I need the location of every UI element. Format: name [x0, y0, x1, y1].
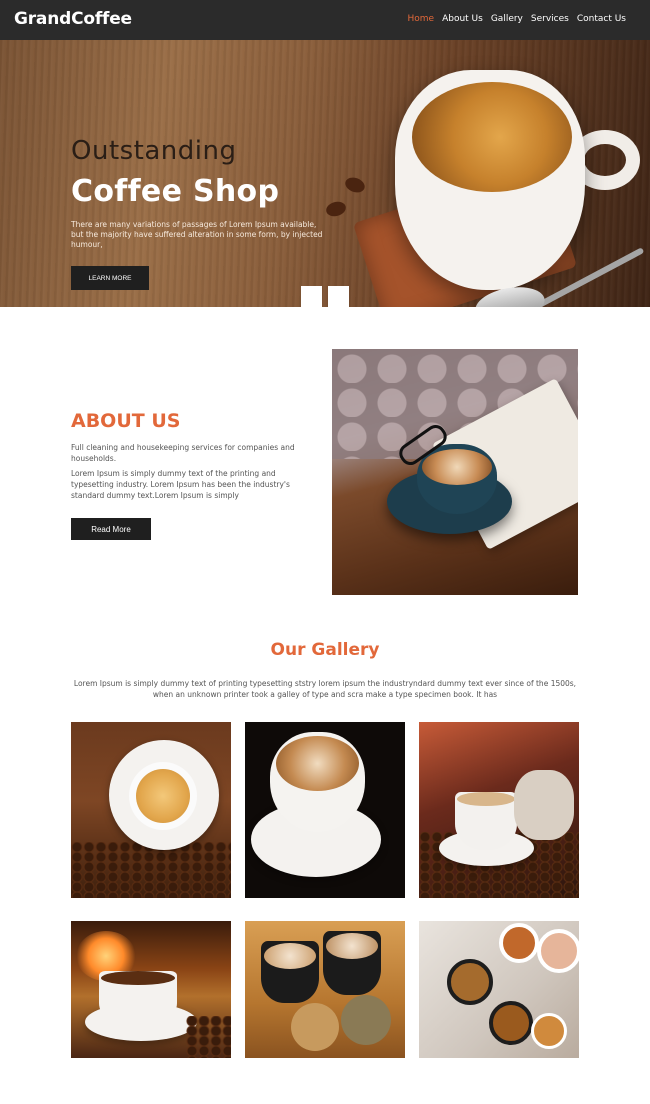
bean-sack-image: [514, 770, 574, 840]
nav-item-services[interactable]: Services: [531, 14, 569, 24]
latte-image: [264, 943, 316, 969]
nav-item-contact-us[interactable]: Contact Us: [577, 14, 626, 24]
about-coffee-image: [332, 349, 578, 595]
coffee-image: [457, 792, 515, 806]
nav-item-about-us[interactable]: About Us: [442, 14, 483, 24]
cup-image: [531, 1013, 567, 1049]
coffee-beans-image: [186, 1016, 231, 1058]
bowl-image: [537, 929, 579, 973]
bowl-image: [499, 923, 539, 963]
coffee-beans-image: [71, 842, 231, 898]
coffee-image: [101, 971, 175, 985]
nav-item-home[interactable]: Home: [408, 14, 435, 24]
hero-subtitle: Outstanding: [71, 136, 237, 166]
gallery-image-5[interactable]: [245, 921, 405, 1058]
gallery-image-2[interactable]: [245, 722, 405, 898]
nav-item-gallery[interactable]: Gallery: [491, 14, 523, 24]
hero-description: There are many variations of passages of…: [71, 220, 323, 249]
muffin-image: [341, 995, 391, 1045]
bowl-image: [489, 1001, 533, 1045]
hero-coffee-surface-image: [412, 82, 572, 192]
about-paragraph-2: Lorem Ipsum is simply dummy text of the …: [71, 469, 290, 500]
slider-dot-1[interactable]: [301, 286, 322, 307]
latte-image: [326, 933, 378, 959]
muffin-image: [291, 1003, 339, 1051]
site-logo[interactable]: GrandCoffee: [14, 9, 132, 29]
gallery-description: Lorem Ipsum is simply dummy text of prin…: [73, 679, 577, 699]
learn-more-button[interactable]: LEARN MORE: [71, 266, 149, 290]
gallery-title: Our Gallery: [270, 640, 380, 660]
nav-menu: Home About Us Gallery Services Contact U…: [408, 14, 627, 24]
about-paragraph-1: Full cleaning and housekeeping services …: [71, 443, 295, 463]
latte-art-image: [422, 449, 492, 485]
gallery-image-6[interactable]: [419, 921, 579, 1058]
hero-banner: Outstanding Coffee Shop There are many v…: [0, 40, 650, 307]
slider-dot-2[interactable]: [328, 286, 349, 307]
gallery-image-1[interactable]: [71, 722, 231, 898]
about-title: ABOUT US: [71, 410, 181, 432]
gallery-image-4[interactable]: [71, 921, 231, 1058]
latte-art-image: [276, 736, 359, 791]
gallery-image-3[interactable]: [419, 722, 579, 898]
navbar: GrandCoffee Home About Us Gallery Servic…: [0, 0, 650, 40]
hero-title: Coffee Shop: [71, 174, 280, 209]
bowl-image: [447, 959, 493, 1005]
read-more-button[interactable]: Read More: [71, 518, 151, 540]
coffee-image: [136, 769, 190, 823]
